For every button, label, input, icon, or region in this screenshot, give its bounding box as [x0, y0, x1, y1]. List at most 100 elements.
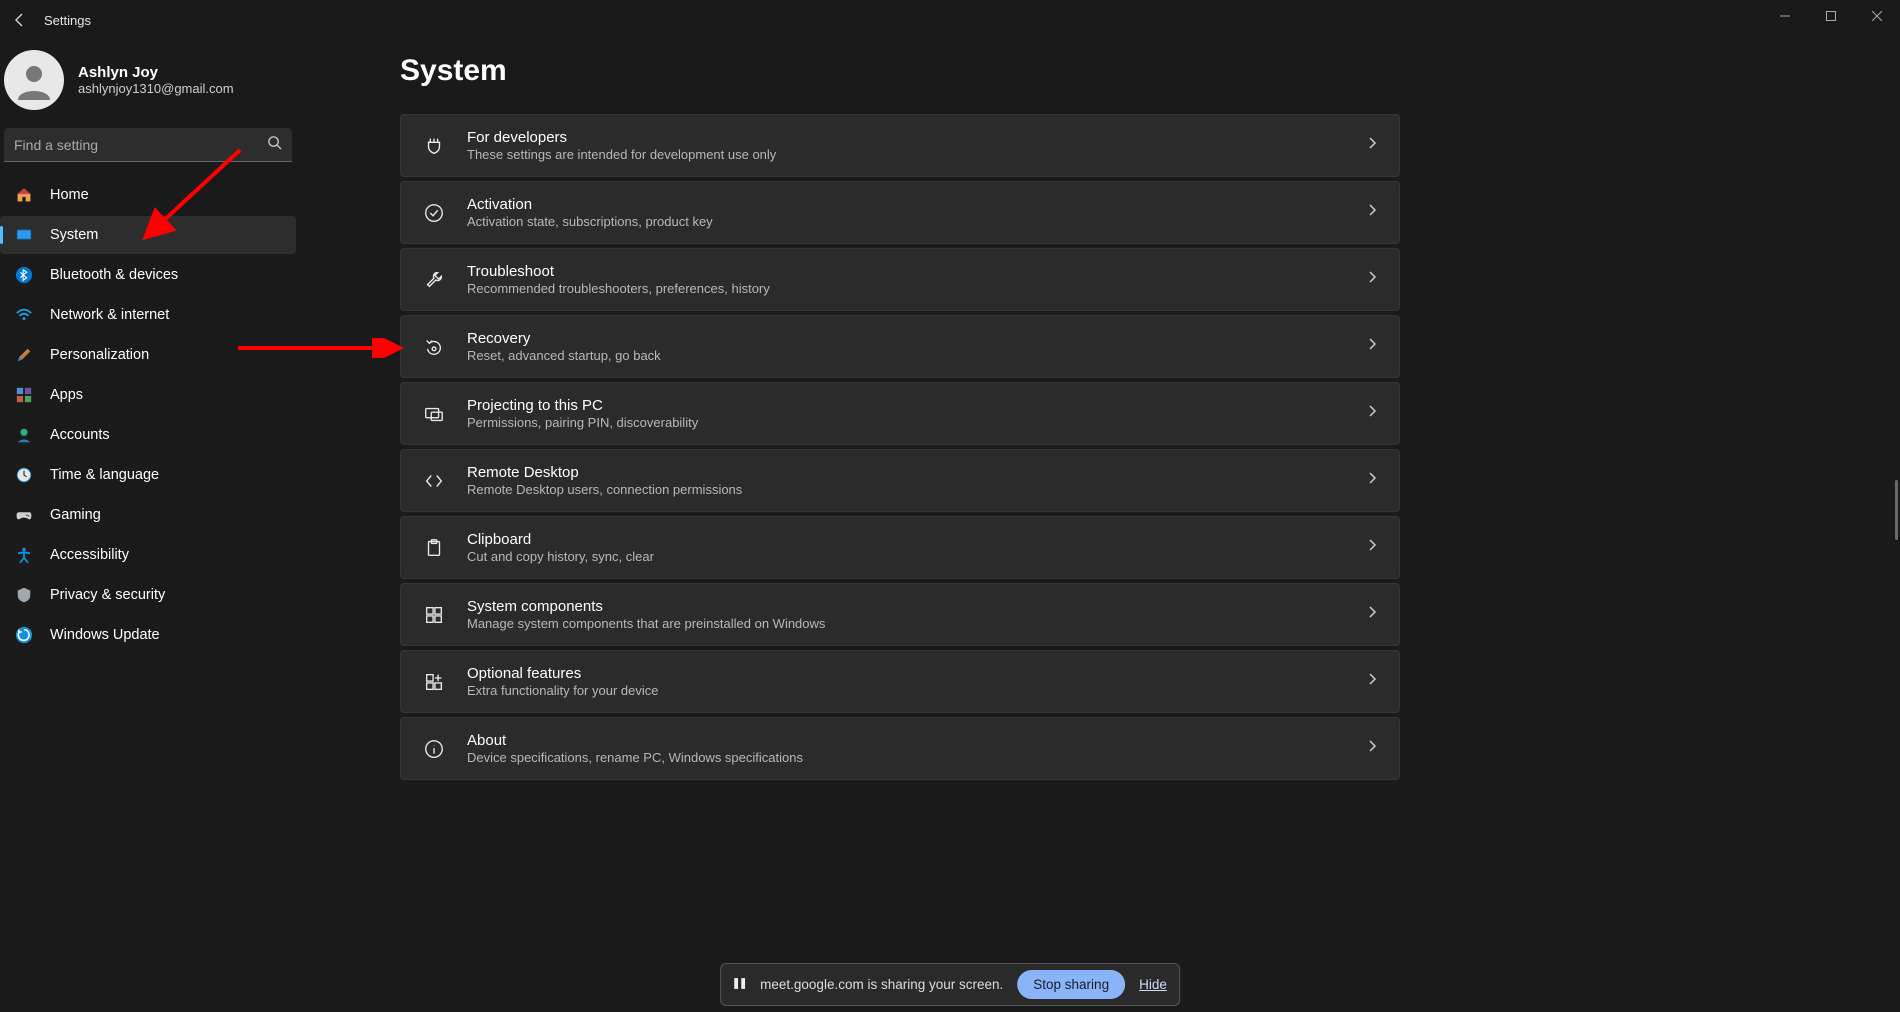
- optional-features-icon: [421, 669, 447, 695]
- share-message: meet.google.com is sharing your screen.: [760, 977, 1003, 992]
- update-icon: [14, 625, 34, 645]
- sidebar-item-update[interactable]: Windows Update: [0, 616, 296, 654]
- screen-share-bar: meet.google.com is sharing your screen. …: [720, 963, 1180, 1006]
- window-controls: [1762, 0, 1900, 32]
- card-subtitle: Remote Desktop users, connection permiss…: [467, 482, 1365, 497]
- card-system-components[interactable]: System components Manage system componen…: [400, 583, 1400, 646]
- card-projecting[interactable]: Projecting to this PC Permissions, pairi…: [400, 382, 1400, 445]
- chevron-right-icon: [1365, 270, 1379, 289]
- user-block[interactable]: Ashlyn Joy ashlynjoy1310@gmail.com: [0, 50, 296, 128]
- card-title: Recovery: [467, 330, 1365, 347]
- sidebar-item-system[interactable]: System: [0, 216, 296, 254]
- back-button[interactable]: [8, 8, 32, 32]
- chevron-right-icon: [1365, 404, 1379, 423]
- card-title: Clipboard: [467, 531, 1365, 548]
- sidebar-item-label: Accessibility: [50, 547, 129, 563]
- card-title: Remote Desktop: [467, 464, 1365, 481]
- nav: Home System Bluetooth & devices Network …: [0, 176, 296, 654]
- maximize-icon: [1826, 11, 1836, 21]
- chevron-right-icon: [1365, 605, 1379, 624]
- sidebar-item-label: Gaming: [50, 507, 101, 523]
- card-for-developers[interactable]: For developers These settings are intend…: [400, 114, 1400, 177]
- pause-icon[interactable]: [733, 977, 746, 993]
- card-title: Activation: [467, 196, 1365, 213]
- shield-icon: [14, 585, 34, 605]
- main-content: System For developers These settings are…: [300, 40, 1900, 1012]
- card-subtitle: Activation state, subscriptions, product…: [467, 214, 1365, 229]
- hide-button[interactable]: Hide: [1139, 977, 1167, 992]
- sidebar-item-privacy[interactable]: Privacy & security: [0, 576, 296, 614]
- chevron-right-icon: [1365, 739, 1379, 758]
- sidebar-item-network[interactable]: Network & internet: [0, 296, 296, 334]
- settings-cards: For developers These settings are intend…: [400, 114, 1400, 780]
- sidebar: Ashlyn Joy ashlynjoy1310@gmail.com Home …: [0, 40, 300, 1012]
- sidebar-item-bluetooth[interactable]: Bluetooth & devices: [0, 256, 296, 294]
- gamepad-icon: [14, 505, 34, 525]
- card-remote-desktop[interactable]: Remote Desktop Remote Desktop users, con…: [400, 449, 1400, 512]
- sidebar-item-personalization[interactable]: Personalization: [0, 336, 296, 374]
- wifi-icon: [14, 305, 34, 325]
- search-box[interactable]: [4, 128, 292, 162]
- home-icon: [14, 185, 34, 205]
- developers-icon: [421, 133, 447, 159]
- system-icon: [14, 225, 34, 245]
- sidebar-item-home[interactable]: Home: [0, 176, 296, 214]
- maximize-button[interactable]: [1808, 0, 1854, 32]
- card-title: Optional features: [467, 665, 1365, 682]
- chevron-right-icon: [1365, 672, 1379, 691]
- apps-icon: [14, 385, 34, 405]
- sidebar-item-accessibility[interactable]: Accessibility: [0, 536, 296, 574]
- sidebar-item-label: Time & language: [50, 467, 159, 483]
- components-icon: [421, 602, 447, 628]
- recovery-icon: [421, 334, 447, 360]
- user-email: ashlynjoy1310@gmail.com: [78, 81, 234, 96]
- sidebar-item-label: Network & internet: [50, 307, 169, 323]
- avatar: [4, 50, 64, 110]
- person-icon: [14, 425, 34, 445]
- page-title: System: [400, 54, 1860, 88]
- scrollbar-thumb[interactable]: [1895, 480, 1898, 540]
- info-icon: [421, 736, 447, 762]
- card-subtitle: Manage system components that are preins…: [467, 616, 1365, 631]
- card-recovery[interactable]: Recovery Reset, advanced startup, go bac…: [400, 315, 1400, 378]
- minimize-button[interactable]: [1762, 0, 1808, 32]
- sidebar-item-time[interactable]: Time & language: [0, 456, 296, 494]
- close-icon: [1872, 11, 1882, 21]
- sidebar-item-label: Accounts: [50, 427, 110, 443]
- clipboard-icon: [421, 535, 447, 561]
- sidebar-item-accounts[interactable]: Accounts: [0, 416, 296, 454]
- sidebar-item-label: Apps: [50, 387, 83, 403]
- person-icon: [14, 60, 54, 100]
- app-title: Settings: [44, 13, 91, 28]
- chevron-right-icon: [1365, 203, 1379, 222]
- card-activation[interactable]: Activation Activation state, subscriptio…: [400, 181, 1400, 244]
- card-title: About: [467, 732, 1365, 749]
- titlebar: Settings: [0, 0, 1900, 40]
- user-name: Ashlyn Joy: [78, 64, 234, 81]
- stop-sharing-button[interactable]: Stop sharing: [1017, 970, 1125, 999]
- minimize-icon: [1780, 11, 1790, 21]
- remote-desktop-icon: [421, 468, 447, 494]
- card-troubleshoot[interactable]: Troubleshoot Recommended troubleshooters…: [400, 248, 1400, 311]
- card-subtitle: Permissions, pairing PIN, discoverabilit…: [467, 415, 1365, 430]
- sidebar-item-label: Personalization: [50, 347, 149, 363]
- accessibility-icon: [14, 545, 34, 565]
- close-button[interactable]: [1854, 0, 1900, 32]
- card-clipboard[interactable]: Clipboard Cut and copy history, sync, cl…: [400, 516, 1400, 579]
- sidebar-item-gaming[interactable]: Gaming: [0, 496, 296, 534]
- card-subtitle: These settings are intended for developm…: [467, 147, 1365, 162]
- search-input[interactable]: [14, 137, 267, 153]
- sidebar-item-label: Privacy & security: [50, 587, 165, 603]
- activation-icon: [421, 200, 447, 226]
- sidebar-item-apps[interactable]: Apps: [0, 376, 296, 414]
- chevron-right-icon: [1365, 337, 1379, 356]
- card-about[interactable]: About Device specifications, rename PC, …: [400, 717, 1400, 780]
- clock-icon: [14, 465, 34, 485]
- card-optional-features[interactable]: Optional features Extra functionality fo…: [400, 650, 1400, 713]
- card-title: Troubleshoot: [467, 263, 1365, 280]
- sidebar-item-label: Bluetooth & devices: [50, 267, 178, 283]
- chevron-right-icon: [1365, 471, 1379, 490]
- card-title: Projecting to this PC: [467, 397, 1365, 414]
- card-subtitle: Reset, advanced startup, go back: [467, 348, 1365, 363]
- paintbrush-icon: [14, 345, 34, 365]
